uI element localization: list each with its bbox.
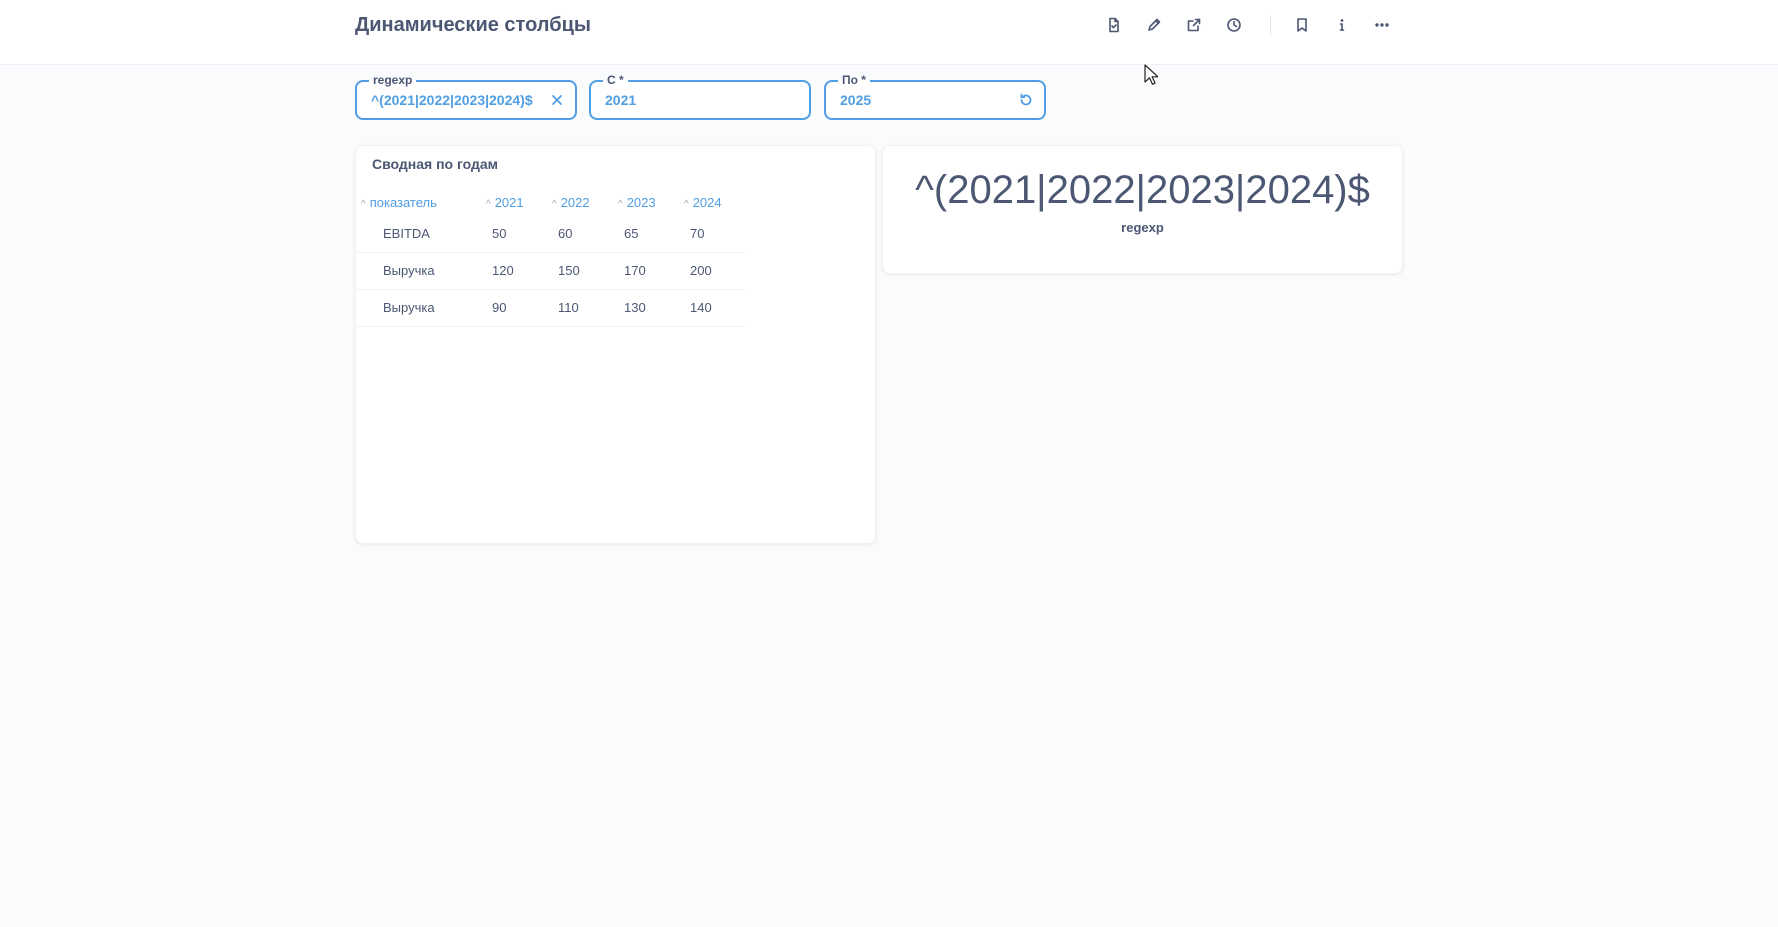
table-cell[interactable]: 60 <box>547 215 613 253</box>
document-icon <box>1109 17 1119 33</box>
more-button[interactable] <box>1368 12 1396 38</box>
edit-button[interactable] <box>1140 12 1168 38</box>
more-icon <box>1375 23 1389 27</box>
column-header[interactable]: ^ 2021 <box>481 189 547 215</box>
reset-icon[interactable] <box>1018 92 1034 108</box>
table-cell[interactable]: 130 <box>613 289 679 327</box>
from-filter[interactable]: С * 2021 <box>589 73 811 120</box>
toolbar-divider <box>1270 15 1271 35</box>
table-card: Сводная по годам ^ показатель ^ 2021 ^ 2022… <box>355 145 876 544</box>
bookmark-icon <box>1297 18 1307 32</box>
regexp-filter[interactable]: regexp ^(2021|2022|2023|2024)$ <box>355 73 577 120</box>
info-icon <box>1339 19 1345 31</box>
document-button[interactable] <box>1100 12 1128 38</box>
table-header-row: ^ показатель ^ 2021 ^ 2022 ^ 2023 ^ 2024 <box>356 189 745 215</box>
bookmark-button[interactable] <box>1288 12 1316 38</box>
from-filter-value: 2021 <box>605 92 637 108</box>
table-cell[interactable]: EBITDA <box>356 215 481 253</box>
page-title: Динамические столбцы <box>355 14 591 36</box>
table-cell[interactable]: 120 <box>481 252 547 290</box>
scalar-card: ^(2021|2022|2023|2024)$ regexp <box>882 145 1403 274</box>
table-cell[interactable]: 110 <box>547 289 613 327</box>
sort-icon: ^ <box>552 198 557 210</box>
table-cell[interactable]: Выручка <box>356 289 481 327</box>
table-row: EBITDA 50 60 65 70 <box>356 215 745 253</box>
table-cell[interactable]: 50 <box>481 215 547 253</box>
table-cell[interactable]: 170 <box>613 252 679 290</box>
table-cell[interactable]: Выручка <box>356 252 481 290</box>
scalar-label: regexp <box>1121 220 1164 235</box>
table-row: Выручка 90 110 130 140 <box>356 289 745 327</box>
dashboard-header: Динамические столбцы <box>0 0 1778 65</box>
pivot-table: ^ показатель ^ 2021 ^ 2022 ^ 2023 ^ 2024 EBIT… <box>356 189 745 327</box>
to-filter-label: По * <box>838 73 870 87</box>
table-cell[interactable]: 70 <box>679 215 745 253</box>
close-icon[interactable] <box>549 92 565 108</box>
scalar-value: ^(2021|2022|2023|2024)$ <box>915 168 1370 212</box>
to-filter-value: 2025 <box>840 92 872 108</box>
share-button[interactable] <box>1180 12 1208 38</box>
column-header[interactable]: ^ 2024 <box>679 189 745 215</box>
regexp-filter-label: regexp <box>369 73 417 87</box>
table-card-title: Сводная по годам <box>372 156 499 172</box>
table-cell[interactable]: 200 <box>679 252 745 290</box>
table-cell[interactable]: 150 <box>547 252 613 290</box>
column-header[interactable]: ^ 2022 <box>547 189 613 215</box>
share-icon <box>1187 18 1201 32</box>
history-button[interactable] <box>1220 12 1248 38</box>
table-cell[interactable]: 90 <box>481 289 547 327</box>
table-cell[interactable]: 65 <box>613 215 679 253</box>
to-filter[interactable]: По * 2025 <box>824 73 1046 120</box>
regexp-filter-value: ^(2021|2022|2023|2024)$ <box>371 92 533 108</box>
column-header[interactable]: ^ 2023 <box>613 189 679 215</box>
table-row: Выручка 120 150 170 200 <box>356 252 745 290</box>
sort-icon: ^ <box>618 198 623 210</box>
table-cell[interactable]: 140 <box>679 289 745 327</box>
from-filter-label: С * <box>603 73 628 87</box>
pencil-icon <box>1148 18 1161 31</box>
column-header[interactable]: ^ показатель <box>356 189 481 215</box>
clock-icon <box>1227 18 1241 32</box>
sort-icon: ^ <box>486 198 491 210</box>
mouse-cursor-icon <box>1144 64 1158 85</box>
sort-icon: ^ <box>684 198 689 210</box>
info-button[interactable] <box>1328 12 1356 38</box>
sort-icon: ^ <box>361 198 366 210</box>
